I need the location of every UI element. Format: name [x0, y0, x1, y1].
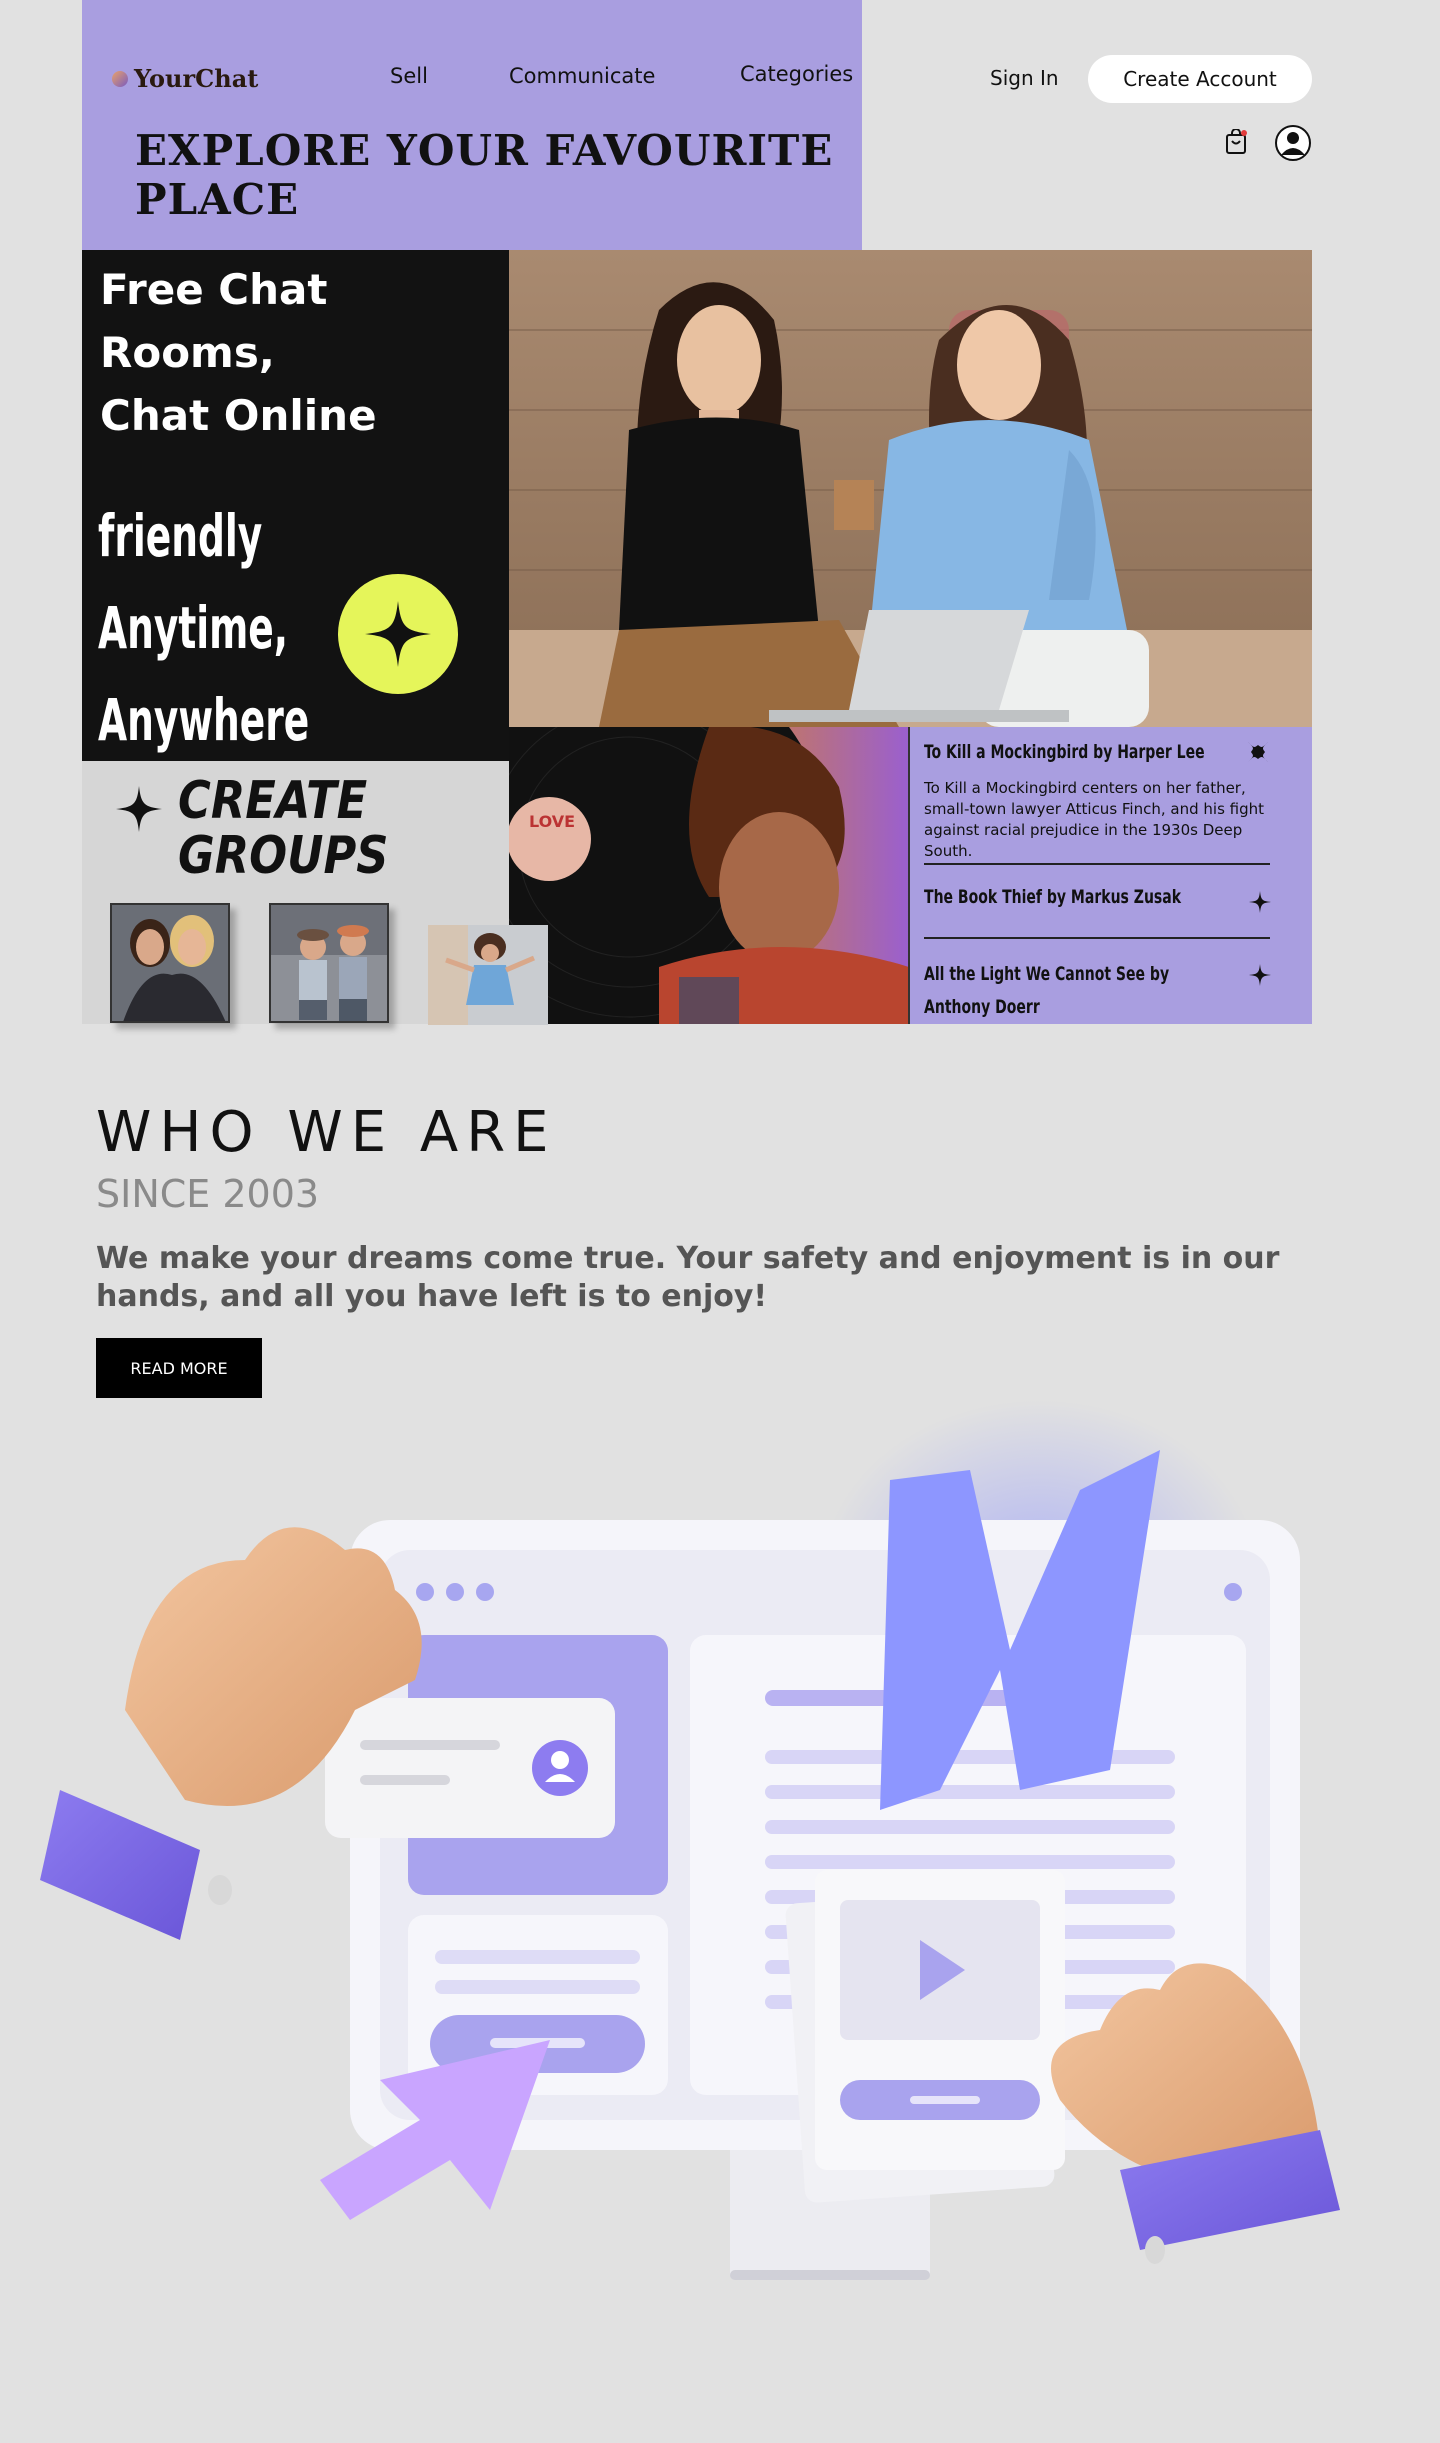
- logo[interactable]: YourChat: [110, 64, 258, 93]
- groups-title-line: CREATE: [178, 771, 368, 831]
- cart-icon[interactable]: [1224, 129, 1248, 155]
- nav-communicate[interactable]: Communicate: [509, 64, 655, 88]
- hero-photo-women: [509, 250, 1312, 727]
- groups-title-line: GROUPS: [178, 826, 389, 886]
- logo-icon: [112, 70, 128, 87]
- tagline-line: Anywhere: [98, 686, 310, 754]
- group-thumbnail[interactable]: [428, 925, 548, 1025]
- hero-title-line: Rooms,: [100, 328, 275, 377]
- close-star-icon[interactable]: [1248, 742, 1268, 762]
- sparkle-icon[interactable]: [1249, 891, 1271, 913]
- page-headline: EXPLORE YOUR FAVOURITE PLACE: [135, 126, 834, 224]
- about-heading: WHO WE ARE: [96, 1100, 557, 1165]
- group-thumbnail[interactable]: [110, 903, 230, 1023]
- book-title[interactable]: To Kill a Mockingbird by Harper Lee: [924, 741, 1205, 763]
- tagline-line: friendly: [98, 502, 263, 570]
- create-account-button[interactable]: Create Account: [1088, 55, 1312, 103]
- create-groups-title[interactable]: CREATE GROUPS: [178, 774, 388, 884]
- sparkle-icon[interactable]: [1249, 964, 1271, 986]
- sparkle-icon: [116, 786, 162, 832]
- book-divider: [924, 937, 1270, 939]
- book-description: To Kill a Mockingbird centers on her fat…: [924, 779, 1265, 860]
- nav-sell[interactable]: Sell: [390, 64, 428, 88]
- book-divider: [924, 863, 1270, 865]
- about-since: SINCE 2003: [96, 1172, 320, 1216]
- book-title[interactable]: The Book Thief by Markus Zusak: [924, 886, 1181, 908]
- book-title[interactable]: All the Light We Cannot See by Anthony D…: [924, 958, 1195, 1024]
- about-text: We make your dreams come true. Your safe…: [96, 1241, 1280, 1314]
- sparkle-icon: [365, 601, 431, 667]
- user-icon[interactable]: [1274, 124, 1312, 162]
- group-thumbnail[interactable]: [269, 903, 389, 1023]
- vinyl-photo: LOVE: [509, 727, 910, 1024]
- hero-title-line: Free Chat: [100, 265, 328, 314]
- logo-text: YourChat: [134, 64, 259, 93]
- sign-in-link[interactable]: Sign In: [990, 66, 1059, 90]
- hero-title-line: Chat Online: [100, 391, 377, 440]
- vinyl-label: LOVE: [529, 812, 575, 831]
- lime-star-badge: [338, 574, 458, 694]
- hero-title: Free Chat Rooms, Chat Online: [100, 258, 430, 447]
- web-design-illustration: [40, 1380, 1420, 2300]
- nav-categories[interactable]: Categories: [740, 62, 853, 86]
